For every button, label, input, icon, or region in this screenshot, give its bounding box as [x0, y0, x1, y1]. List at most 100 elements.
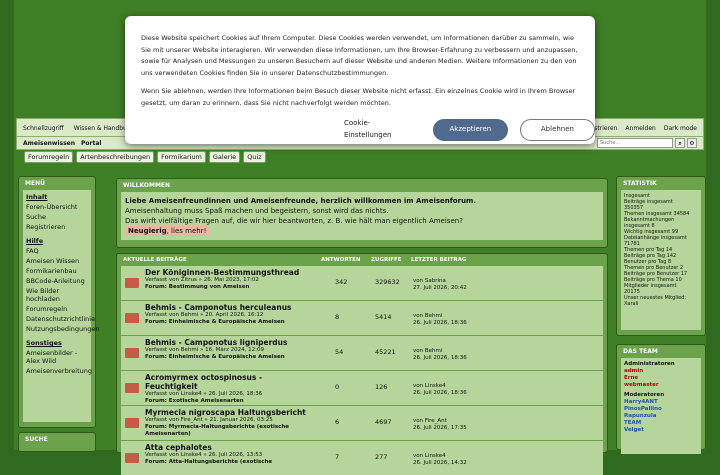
- menu-item[interactable]: Nutzungsbedingungen: [26, 325, 99, 333]
- last-post-author[interactable]: von Fire_Ant: [413, 418, 467, 425]
- home-link[interactable]: Ameisenwissen: [23, 140, 75, 147]
- menu-item[interactable]: Ameisenverbreitung: [26, 367, 92, 375]
- menu-item[interactable]: FAQ: [26, 247, 88, 255]
- admin-user[interactable]: admin: [624, 368, 698, 375]
- newbie-label: Neugierig: [128, 227, 167, 235]
- last-post-time: 26. Juli 2026, 17:35: [413, 425, 467, 431]
- topic-author: Verfasst von Behmi » 16. März 2024, 12:0…: [145, 347, 265, 353]
- chip-artenbeschreibungen[interactable]: Artenbeschreibungen: [76, 151, 155, 163]
- cookie-settings-button[interactable]: Cookie-Einstellungen: [340, 118, 421, 141]
- team-panel: DAS TEAM Administratoren admin Erne webm…: [616, 344, 706, 454]
- topic-views: 277: [375, 453, 388, 461]
- cookie-dialog: Diese Website speichert Cookies auf Ihre…: [125, 16, 595, 144]
- chip-galerie[interactable]: Galerie: [208, 151, 241, 163]
- topic-author: Verfasst von Linske4 » 26. Juli 2026, 18…: [145, 391, 263, 397]
- topic-answers: 6: [335, 418, 340, 426]
- menu-heading-sonstiges: Sonstiges: [26, 339, 62, 347]
- cookie-text-2: Wenn Sie ablehnen, werden Ihre Informati…: [141, 87, 576, 107]
- mods-label: Moderatoren: [624, 392, 665, 398]
- admin-user[interactable]: Erne: [624, 375, 698, 382]
- darkmode-toggle[interactable]: Dark mode: [664, 125, 697, 132]
- topic-title[interactable]: Myrmecia nigroscapa Haltungsbericht: [145, 408, 315, 417]
- menu-item[interactable]: Registrieren: [26, 223, 88, 231]
- topics-panel: AKTUELLE BEITRÄGE ANTWORTEN ZUGRIFFE LET…: [116, 253, 608, 475]
- topic-title[interactable]: Atta cephalotes: [145, 443, 315, 452]
- mod-user[interactable]: Harry4ANT: [624, 399, 698, 406]
- search-panel-title: SUCHE: [25, 436, 48, 443]
- topic-forum[interactable]: Forum: Einheimische & Europäische Ameise…: [145, 354, 315, 361]
- menu-item[interactable]: Ameisenbilder - Alex Wild: [26, 349, 88, 365]
- accept-button[interactable]: Akzeptieren: [432, 118, 508, 141]
- search-box: ⌕ ⚙: [597, 138, 697, 148]
- mod-user[interactable]: Rapunzula: [624, 413, 698, 420]
- mod-user[interactable]: Velget: [624, 427, 698, 434]
- portal-link[interactable]: Portal: [81, 140, 101, 147]
- search-input[interactable]: [597, 138, 673, 148]
- welcome-line-2: Ameisenhaltung muss Spaß machen und bege…: [125, 207, 389, 215]
- topic-title[interactable]: Acromyrmex octospinosus - Feuchtigkeit: [145, 373, 315, 391]
- menu-title: MENÜ: [25, 180, 45, 187]
- last-post-author[interactable]: von Sabrina: [413, 278, 467, 285]
- stats-line: Xarali: [624, 301, 639, 307]
- welcome-more-link[interactable]: Neugierig, lies mehr!: [125, 226, 210, 236]
- topic-row: Myrmecia nigroscapa Haltungsbericht Verfa…: [121, 406, 603, 440]
- menu-item[interactable]: Datenschutzrichtlinie: [26, 315, 95, 323]
- last-post-author[interactable]: von Linske4: [413, 383, 467, 390]
- topics-header: AKTUELLE BEITRÄGE ANTWORTEN ZUGRIFFE LET…: [117, 254, 607, 266]
- menu-item[interactable]: Suche: [26, 213, 88, 221]
- search-panel: SUCHE: [18, 432, 96, 452]
- welcome-line-3: Das wirft vielfältige Fragen auf, die wi…: [125, 217, 463, 225]
- last-post-time: 26. Juli 2026, 18:36: [413, 355, 467, 361]
- topic-answers: 342: [335, 278, 348, 286]
- menu-heading-hilfe: Hilfe: [26, 237, 44, 245]
- last-post-time: 26. Juli 2026, 18:36: [413, 320, 467, 326]
- menu-item[interactable]: Wie Bilder hochladen: [26, 287, 88, 303]
- chip-formikarium[interactable]: Formikarium: [157, 151, 206, 163]
- mod-user[interactable]: PinosPallino: [624, 406, 698, 413]
- chip-forumregeln[interactable]: Forumregeln: [24, 151, 74, 163]
- menu-item[interactable]: Foren-Übersicht: [26, 203, 88, 211]
- topic-author: Verfasst von Behmi » 20. April 2026, 16:…: [145, 312, 264, 318]
- last-post-author[interactable]: von Behmi: [413, 348, 467, 355]
- topic-views: 126: [375, 383, 388, 391]
- menu-item[interactable]: Formikarienbau: [26, 267, 88, 275]
- quick-chips: Forumregeln Artenbeschreibungen Formikar…: [24, 151, 266, 163]
- topic-forum[interactable]: Forum: Exotische Ameisenarten: [145, 398, 315, 405]
- mod-user[interactable]: TEAM: [624, 420, 698, 427]
- topic-author: Verfasst von Fire_Ant » 21. Januar 2026,…: [145, 417, 273, 423]
- search-icon[interactable]: ⌕: [675, 138, 685, 148]
- topic-title[interactable]: Der Königinnen-Bestimmungsthread: [145, 268, 315, 277]
- col-answers: ANTWORTEN: [321, 257, 361, 263]
- last-post-author[interactable]: von Behmi: [413, 313, 467, 320]
- topic-answers: 7: [335, 453, 340, 461]
- gear-icon[interactable]: ⚙: [687, 138, 697, 148]
- topic-forum[interactable]: Forum: Myrmecia-Haltungsberichte (exotis…: [145, 424, 315, 438]
- menu-item[interactable]: Ameisen Wissen: [26, 257, 88, 265]
- topic-views: 4697: [375, 418, 392, 426]
- more-label: , lies mehr!: [166, 227, 207, 235]
- topic-row: Atta cephalotes Verfasst von Linske4 » 26…: [121, 441, 603, 475]
- decline-button[interactable]: Ablehnen: [519, 118, 595, 141]
- chip-quiz[interactable]: Quiz: [243, 151, 266, 163]
- topic-title[interactable]: Behmis - Camponotus ligniperdus: [145, 338, 315, 347]
- topic-icon: [125, 313, 139, 323]
- menu-heading-inhalt: Inhalt: [26, 193, 48, 201]
- menu-item[interactable]: Forumregeln: [26, 305, 88, 313]
- last-post-author[interactable]: von Linske4: [413, 453, 467, 460]
- admin-user[interactable]: webmaster: [624, 382, 698, 389]
- topic-row: Acromyrmex octospinosus - Feuchtigkeit Ve…: [121, 371, 603, 405]
- topics-title: AKTUELLE BEITRÄGE: [123, 257, 187, 263]
- login-link[interactable]: Anmelden: [625, 125, 655, 132]
- topic-views: 329632: [375, 278, 400, 286]
- topic-answers: 54: [335, 348, 344, 356]
- cookie-text-1: Diese Website speichert Cookies auf Ihre…: [141, 34, 578, 77]
- quicklinks-link[interactable]: Schnellzugriff: [23, 125, 64, 132]
- topic-forum[interactable]: Forum: Einheimische & Europäische Ameise…: [145, 319, 315, 326]
- topic-icon: [125, 348, 139, 358]
- topic-forum[interactable]: Forum: Bestimmung von Ameisen: [145, 284, 315, 291]
- last-post-time: 27. Juli 2026, 20:42: [413, 285, 467, 291]
- topic-forum[interactable]: Forum: Atta-Haltungsberichte (exotische: [145, 459, 315, 466]
- welcome-panel: WILLKOMMEN Liebe Ameisenfreundinnen und …: [116, 178, 608, 248]
- topic-title[interactable]: Behmis - Camponotus herculeanus: [145, 303, 315, 312]
- menu-item[interactable]: BBCode-Anleitung: [26, 277, 88, 285]
